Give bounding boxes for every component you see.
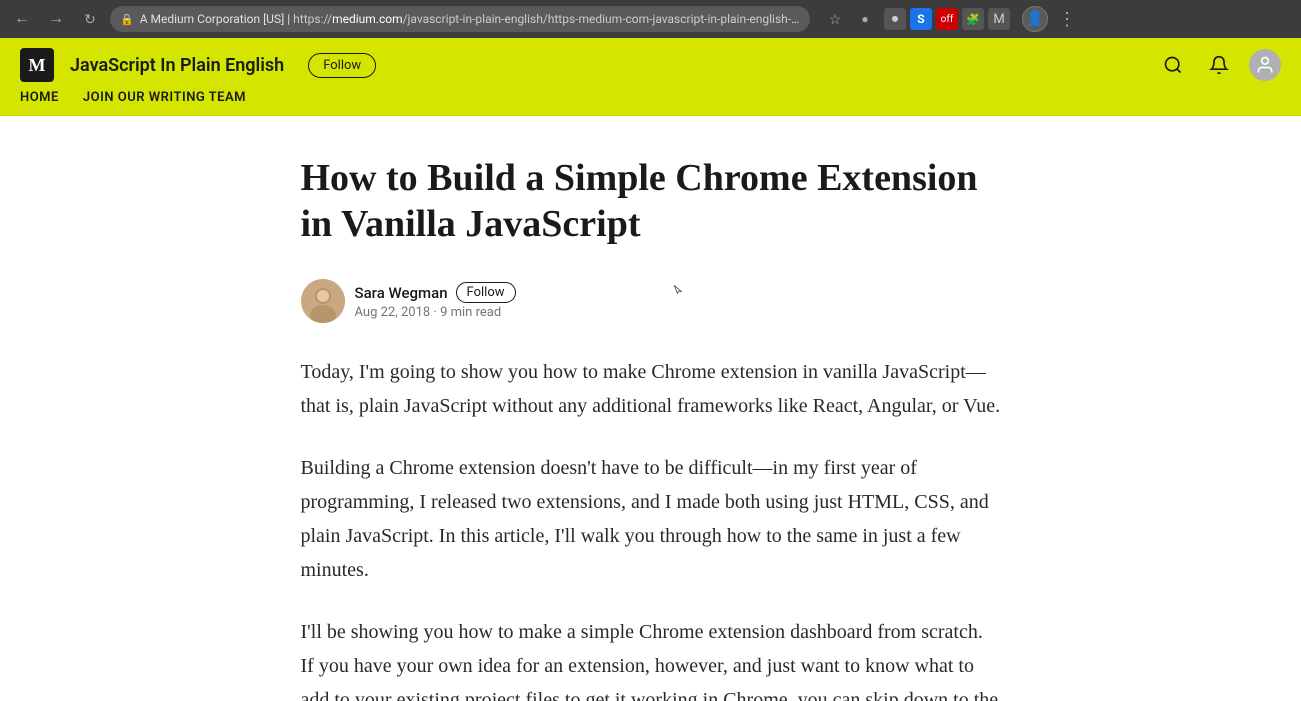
lock-icon: 🔒 [120, 13, 134, 26]
browser-actions: ☆ ● [822, 6, 878, 32]
page-wrapper[interactable]: M JavaScript In Plain English Follow [0, 38, 1301, 701]
article-body: Today, I'm going to show you how to make… [301, 355, 1001, 701]
extension-icon-extra[interactable]: M [988, 8, 1010, 30]
extension-icon-red[interactable]: off [936, 8, 958, 30]
nav-home[interactable]: HOME [20, 90, 59, 105]
extension-icon-s[interactable]: S [910, 8, 932, 30]
author-name: Sara Wegman [355, 284, 448, 302]
article-meta: Aug 22, 2018 · 9 min read [355, 305, 516, 320]
url-path: /javascript-in-plain-english/https-mediu… [403, 12, 800, 26]
address-bar[interactable]: 🔒 A Medium Corporation [US] | https://me… [110, 6, 810, 32]
bell-icon [1209, 55, 1229, 75]
article-paragraph-2: Building a Chrome extension doesn't have… [301, 451, 1001, 587]
author-row: Sara Wegman Follow Aug 22, 2018 · 9 min … [301, 279, 1001, 323]
url-domain: medium.com [332, 12, 403, 26]
logo-letter: M [29, 55, 46, 76]
profile-icon-browser[interactable]: 👤 [1022, 6, 1048, 32]
author-info: Sara Wegman Follow Aug 22, 2018 · 9 min … [355, 282, 516, 320]
site-header-top: M JavaScript In Plain English Follow [20, 38, 1281, 90]
header-right [1157, 49, 1281, 81]
article-paragraph-1: Today, I'm going to show you how to make… [301, 355, 1001, 423]
site-label: A Medium Corporation [US] [140, 12, 285, 26]
article-paragraph-3: I'll be showing you how to make a simple… [301, 615, 1001, 701]
forward-button[interactable]: → [42, 5, 70, 33]
notifications-button[interactable] [1203, 49, 1235, 81]
author-face-svg [301, 279, 345, 323]
user-icon [1255, 55, 1275, 75]
bookmark-button[interactable]: ☆ [822, 6, 848, 32]
search-button[interactable] [1157, 49, 1189, 81]
extension-icon-puzzle[interactable]: 🧩 [962, 8, 984, 30]
url-prefix: https:// [293, 12, 332, 26]
header-follow-button[interactable]: Follow [308, 53, 376, 78]
author-avatar [301, 279, 345, 323]
back-button[interactable]: ← [8, 5, 36, 33]
profile-menu-button[interactable]: ● [852, 6, 878, 32]
extension-icon-record[interactable]: ⏺ [884, 8, 906, 30]
address-text: A Medium Corporation [US] | https://medi… [140, 12, 800, 26]
author-follow-button[interactable]: Follow [456, 282, 516, 303]
article-date: Aug 22, 2018 [355, 305, 431, 320]
article-main: How to Build a Simple Chrome Extension i… [281, 116, 1021, 701]
profile-avatar[interactable] [1249, 49, 1281, 81]
site-header: M JavaScript In Plain English Follow [0, 38, 1301, 116]
read-time: 9 min read [440, 305, 501, 320]
article-title: How to Build a Simple Chrome Extension i… [301, 156, 1001, 247]
browser-menu-button[interactable]: ⋮ [1058, 9, 1076, 30]
author-name-row: Sara Wegman Follow [355, 282, 516, 303]
url-separator: | [287, 12, 290, 26]
author-avatar-image [301, 279, 345, 323]
medium-logo: M [20, 48, 54, 82]
extension-icons: ⏺ S off 🧩 M [884, 8, 1010, 30]
site-nav: HOME JOIN OUR WRITING TEAM [20, 90, 1281, 115]
publication-title: JavaScript In Plain English [70, 55, 284, 76]
reload-button[interactable]: ↻ [76, 5, 104, 33]
browser-chrome: ← → ↻ 🔒 A Medium Corporation [US] | http… [0, 0, 1301, 38]
search-icon [1163, 55, 1183, 75]
nav-writing-team[interactable]: JOIN OUR WRITING TEAM [83, 90, 246, 105]
